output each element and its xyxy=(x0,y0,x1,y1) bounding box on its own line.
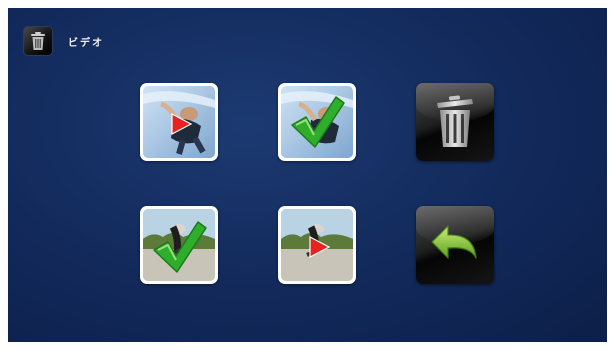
checkmark-icon xyxy=(291,96,345,148)
checkmark-icon xyxy=(153,221,207,273)
page-title: ビデオ xyxy=(68,37,104,49)
video-screen: ビデオ xyxy=(8,8,607,342)
video-thumbnail-trick-selected[interactable] xyxy=(278,83,356,161)
play-icon xyxy=(309,236,331,258)
play-icon xyxy=(171,113,193,135)
trash-can-icon xyxy=(24,27,52,55)
delete-button[interactable] xyxy=(416,83,494,161)
video-thumbnail-trick-play[interactable] xyxy=(140,83,218,161)
back-button[interactable] xyxy=(416,206,494,284)
header: ビデオ xyxy=(24,26,104,56)
video-thumbnail-skate-play[interactable] xyxy=(278,206,356,284)
trash-can-icon xyxy=(437,95,473,147)
return-arrow-icon xyxy=(431,225,477,259)
video-thumbnail-skate-selected[interactable] xyxy=(140,206,218,284)
